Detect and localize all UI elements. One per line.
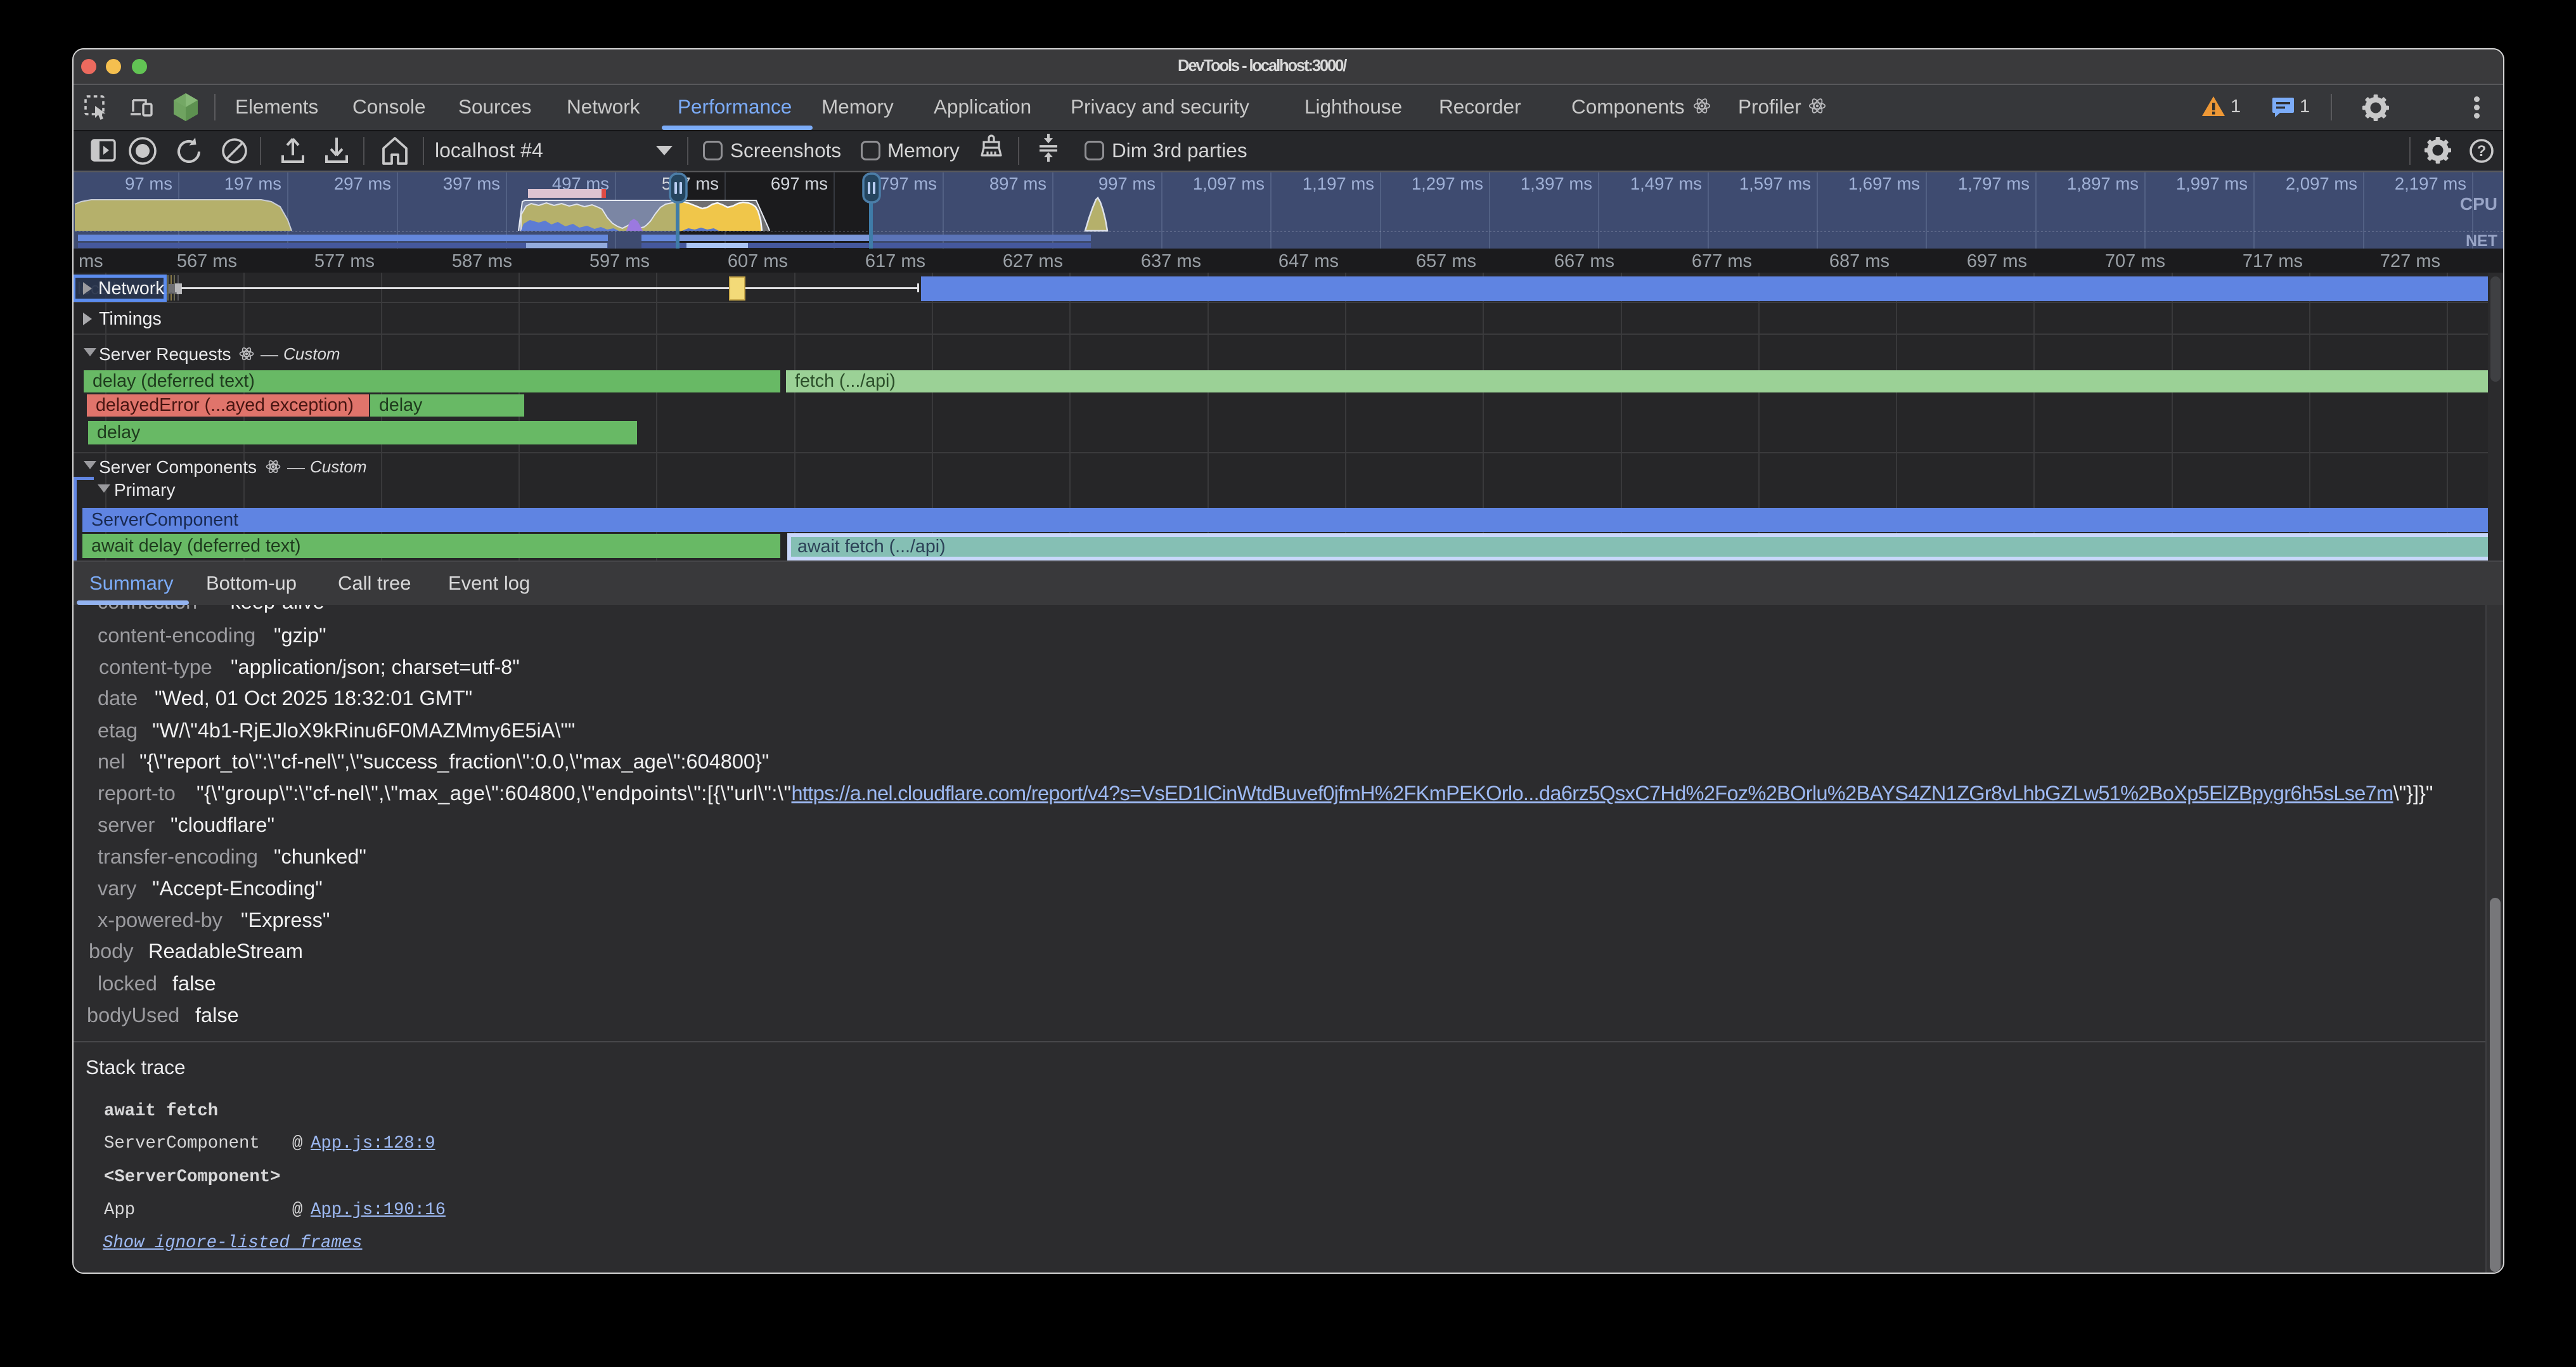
svg-text:1,297 ms: 1,297 ms bbox=[1412, 174, 1483, 193]
svg-text:1,797 ms: 1,797 ms bbox=[1958, 174, 2030, 193]
svg-text:297 ms: 297 ms bbox=[334, 174, 391, 193]
svg-text:197 ms: 197 ms bbox=[224, 174, 281, 193]
svg-text:1,197 ms: 1,197 ms bbox=[1303, 174, 1374, 193]
svg-text:NET: NET bbox=[2466, 232, 2497, 250]
svg-text:1,597 ms: 1,597 ms bbox=[1739, 174, 1811, 193]
svg-text:897 ms: 897 ms bbox=[989, 174, 1046, 193]
svg-text:2,097 ms: 2,097 ms bbox=[2286, 174, 2357, 193]
svg-text:1,997 ms: 1,997 ms bbox=[2176, 174, 2248, 193]
svg-text:1,697 ms: 1,697 ms bbox=[1848, 174, 1920, 193]
svg-text:697 ms: 697 ms bbox=[771, 174, 828, 193]
svg-text:?: ? bbox=[2477, 143, 2487, 160]
svg-text:CPU: CPU bbox=[2460, 194, 2497, 214]
svg-text:1,897 ms: 1,897 ms bbox=[2067, 174, 2139, 193]
svg-text:1,497 ms: 1,497 ms bbox=[1630, 174, 1702, 193]
svg-text:997 ms: 997 ms bbox=[1098, 174, 1156, 193]
svg-text:1,397 ms: 1,397 ms bbox=[1521, 174, 1592, 193]
svg-text:397 ms: 397 ms bbox=[443, 174, 500, 193]
svg-text:1,097 ms: 1,097 ms bbox=[1193, 174, 1265, 193]
svg-text:97 ms: 97 ms bbox=[125, 174, 172, 193]
svg-text:2,197 ms: 2,197 ms bbox=[2395, 174, 2466, 193]
svg-text:797 ms: 797 ms bbox=[880, 174, 937, 193]
